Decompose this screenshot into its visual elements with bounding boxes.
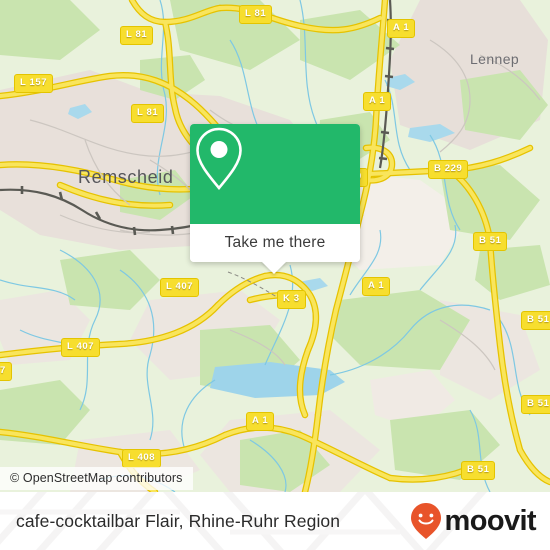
moovit-wordmark: moovit [444,504,537,537]
road-shield[interactable]: B 229 [428,160,469,179]
footer-bar: cafe-cocktailbar Flair, Rhine-Ruhr Regio… [0,492,550,550]
moovit-logo[interactable]: moovit [409,492,537,550]
location-popup-card[interactable]: Take me there [190,124,360,262]
map-canvas[interactable]: Remscheid Lennep L 81 L 81 A 1 L 157 L 8… [0,0,550,492]
take-me-there-label: Take me there [224,234,326,251]
road-shield[interactable]: L 81 [131,104,165,123]
road-shield[interactable]: B 51 [473,232,508,251]
road-shield[interactable]: B 51 [521,395,550,414]
moovit-pin-smiley-icon [410,503,441,539]
road-shield[interactable]: L 157 [14,74,54,93]
road-shield[interactable]: L 407 [160,278,200,297]
road-shield[interactable]: K 3 [277,290,306,309]
map-screenshot: Remscheid Lennep L 81 L 81 A 1 L 157 L 8… [0,0,550,550]
place-label-lennep: Lennep [470,51,520,67]
road-shield[interactable]: A 1 [246,412,275,431]
osm-attribution[interactable]: © OpenStreetMap contributors [0,467,193,490]
road-shield[interactable]: A 1 [387,19,416,38]
popup-pointer-tail [261,261,287,274]
map-pin-icon [196,127,242,191]
page-title: cafe-cocktailbar Flair, Rhine-Ruhr Regio… [16,510,341,531]
road-shield[interactable]: B 51 [521,311,550,330]
place-label-remscheid: Remscheid [78,167,174,187]
popup-icon-panel [190,124,360,224]
road-shield[interactable]: L 81 [120,26,154,45]
road-shield[interactable]: B 51 [461,461,496,480]
road-shield[interactable]: L 407 [61,338,101,357]
road-shield[interactable]: 7 [0,362,12,381]
road-shield[interactable]: A 1 [362,277,391,296]
take-me-there-button[interactable]: Take me there [190,224,360,262]
road-shield[interactable]: L 81 [239,5,273,24]
road-shield[interactable]: A 1 [363,92,392,111]
road-shield[interactable]: L 408 [122,449,162,468]
